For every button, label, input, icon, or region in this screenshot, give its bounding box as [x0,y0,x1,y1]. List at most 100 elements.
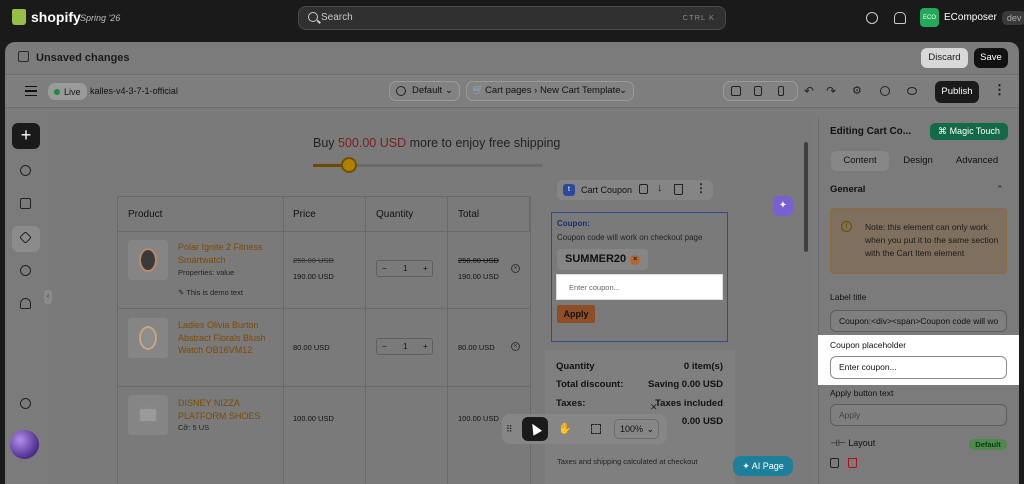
globe-icon [396,86,406,96]
page-select[interactable]: 🛒 Cart pages › New Cart Template ⌄ [466,81,634,101]
product-name[interactable]: Ladies Olivia Burton Abstract Florals Blu… [178,319,278,357]
product-name-line: Ladies Olivia Burton [178,320,259,330]
quantity-stepper[interactable]: − 1 + [376,338,433,355]
tab-design[interactable]: Design [890,151,946,171]
duplicate-icon[interactable] [639,184,648,194]
inspect-icon[interactable] [880,86,890,96]
coupon-placeholder-field[interactable]: Enter coupon... [830,356,1007,379]
table-header-price: Price [293,209,316,220]
sections-icon[interactable] [20,198,31,209]
ai-page-label: AI Page [751,461,784,471]
device-switcher [723,81,798,101]
shipping-progress-truck-icon [341,157,357,173]
redo-icon[interactable]: ↷ [826,84,836,98]
store-switcher[interactable]: ECO EComposer dev [920,8,1024,27]
qty-plus-button[interactable]: + [423,342,428,351]
shopify-logo[interactable]: shopify [12,9,81,25]
quantity-stepper[interactable]: − 1 + [376,260,433,277]
unsaved-bar: Unsaved changes [5,42,1019,74]
store-dev-badge: dev [1001,10,1024,25]
hand-tool-icon[interactable]: ✋ [558,422,572,435]
zoom-select[interactable]: 100% ⌄ [614,419,659,439]
qty-minus-button[interactable]: − [382,264,387,273]
qty-minus-button[interactable]: − [382,342,387,351]
menu-icon[interactable] [25,86,37,96]
remove-item-icon[interactable]: × [511,264,520,273]
more-options-icon[interactable]: ⋮ [993,83,1006,96]
mobile-icon[interactable] [778,86,784,96]
apply-button-text-field[interactable]: Apply [830,404,1007,426]
elements-icon[interactable] [20,165,31,176]
collapse-rail-icon[interactable]: ‹ [44,290,52,304]
move-down-icon[interactable]: ↓ [657,182,663,194]
fit-screen-icon[interactable] [591,424,601,434]
remove-item-icon[interactable]: × [511,342,520,351]
product-image-shoes[interactable] [128,395,168,435]
element-type-badge: t [563,184,575,196]
tab-advanced[interactable]: Advanced [948,151,1006,171]
layout-setting[interactable]: ⊣⊢ Layout [830,438,875,449]
drag-handle-icon[interactable]: ⠿ [506,424,513,435]
summary-value: 0 item(s) [683,361,723,372]
coupon-description: Coupon code will work on checkout page [557,233,703,242]
search-input[interactable]: Search CTRL K [298,6,726,30]
tablet-icon[interactable] [754,86,762,96]
settings-icon[interactable] [20,398,31,409]
watch-face-icon [139,326,157,350]
row-divider [117,386,530,387]
magic-touch-button[interactable]: ⌘ Magic Touch [930,123,1008,140]
coupon-apply-button[interactable]: Apply [557,305,595,323]
desktop-icon[interactable] [731,86,741,96]
product-image-watch[interactable] [128,240,168,280]
settings-sliders-icon[interactable]: ⚙ [852,84,862,97]
sparkle-icon: ✦ [742,461,752,471]
select-cursor-icon[interactable] [522,417,548,441]
product-name-line: PLATFORM SHOES [178,410,261,421]
preview-eye-icon[interactable] [907,87,917,95]
label-title-field[interactable]: Coupon:<div><span>Coupon code will wo [830,310,1007,332]
more-options-icon[interactable]: ⋮ [695,181,707,195]
coupon-input[interactable]: Enter coupon... [556,274,723,300]
info-icon: ! [841,221,852,232]
qty-plus-button[interactable]: + [423,264,428,273]
col-divider [283,196,284,484]
publish-button[interactable]: Publish [935,81,979,103]
chevron-up-icon[interactable]: ⌃ [996,184,1004,195]
qty-value[interactable]: 1 [403,264,407,273]
undo-icon[interactable]: ↶ [804,84,814,98]
shipping-bold: free shipping [488,136,561,150]
price: 190.00 USD [293,272,334,281]
close-toolbar-icon[interactable]: ✕ [650,402,658,413]
tab-content[interactable]: Content [831,151,889,171]
old-price: 250.00 USD [293,256,334,265]
cart-icon: 🛒 [472,85,484,96]
product-name[interactable]: Polar Ignite 2 Fitness Smartwatch [178,241,278,266]
line-total: 190.00 USD [458,272,499,281]
discard-button[interactable]: Discard [921,48,968,68]
assistant-orb-icon[interactable] [10,430,39,459]
copy-settings-icon[interactable] [830,458,839,468]
magic-touch-label: Magic Touch [949,126,1000,136]
canvas-scrollbar[interactable] [804,142,808,252]
product-name-line: Watch OB16VM12 [178,345,253,355]
sidekick-icon[interactable] [866,12,878,24]
delete-element-icon[interactable] [848,458,857,468]
page-type: Cart pages [485,85,532,96]
release-label: Spring '26 [80,13,121,23]
history-icon[interactable] [20,265,31,276]
delete-icon[interactable] [674,184,683,195]
section-general[interactable]: General [830,184,865,195]
remove-coupon-icon[interactable]: × [630,255,641,265]
old-total: 250.00 USD [458,256,499,265]
language-select[interactable]: Default ⌄ [389,81,460,101]
product-image-watch[interactable] [128,318,168,358]
qty-value[interactable]: 1 [403,342,407,351]
ai-page-button[interactable]: ✦ AI Page [733,456,793,476]
notification-bell-icon[interactable] [894,12,906,24]
add-element-button[interactable]: + [12,123,40,149]
apps-icon[interactable] [20,298,31,309]
save-button[interactable]: Save [974,48,1008,68]
applied-coupon-tag: SUMMER20 × [557,249,649,270]
ai-sparkle-icon[interactable]: ✦ [773,196,793,216]
product-name[interactable]: DISNEY NIZZA PLATFORM SHOES [178,397,278,422]
